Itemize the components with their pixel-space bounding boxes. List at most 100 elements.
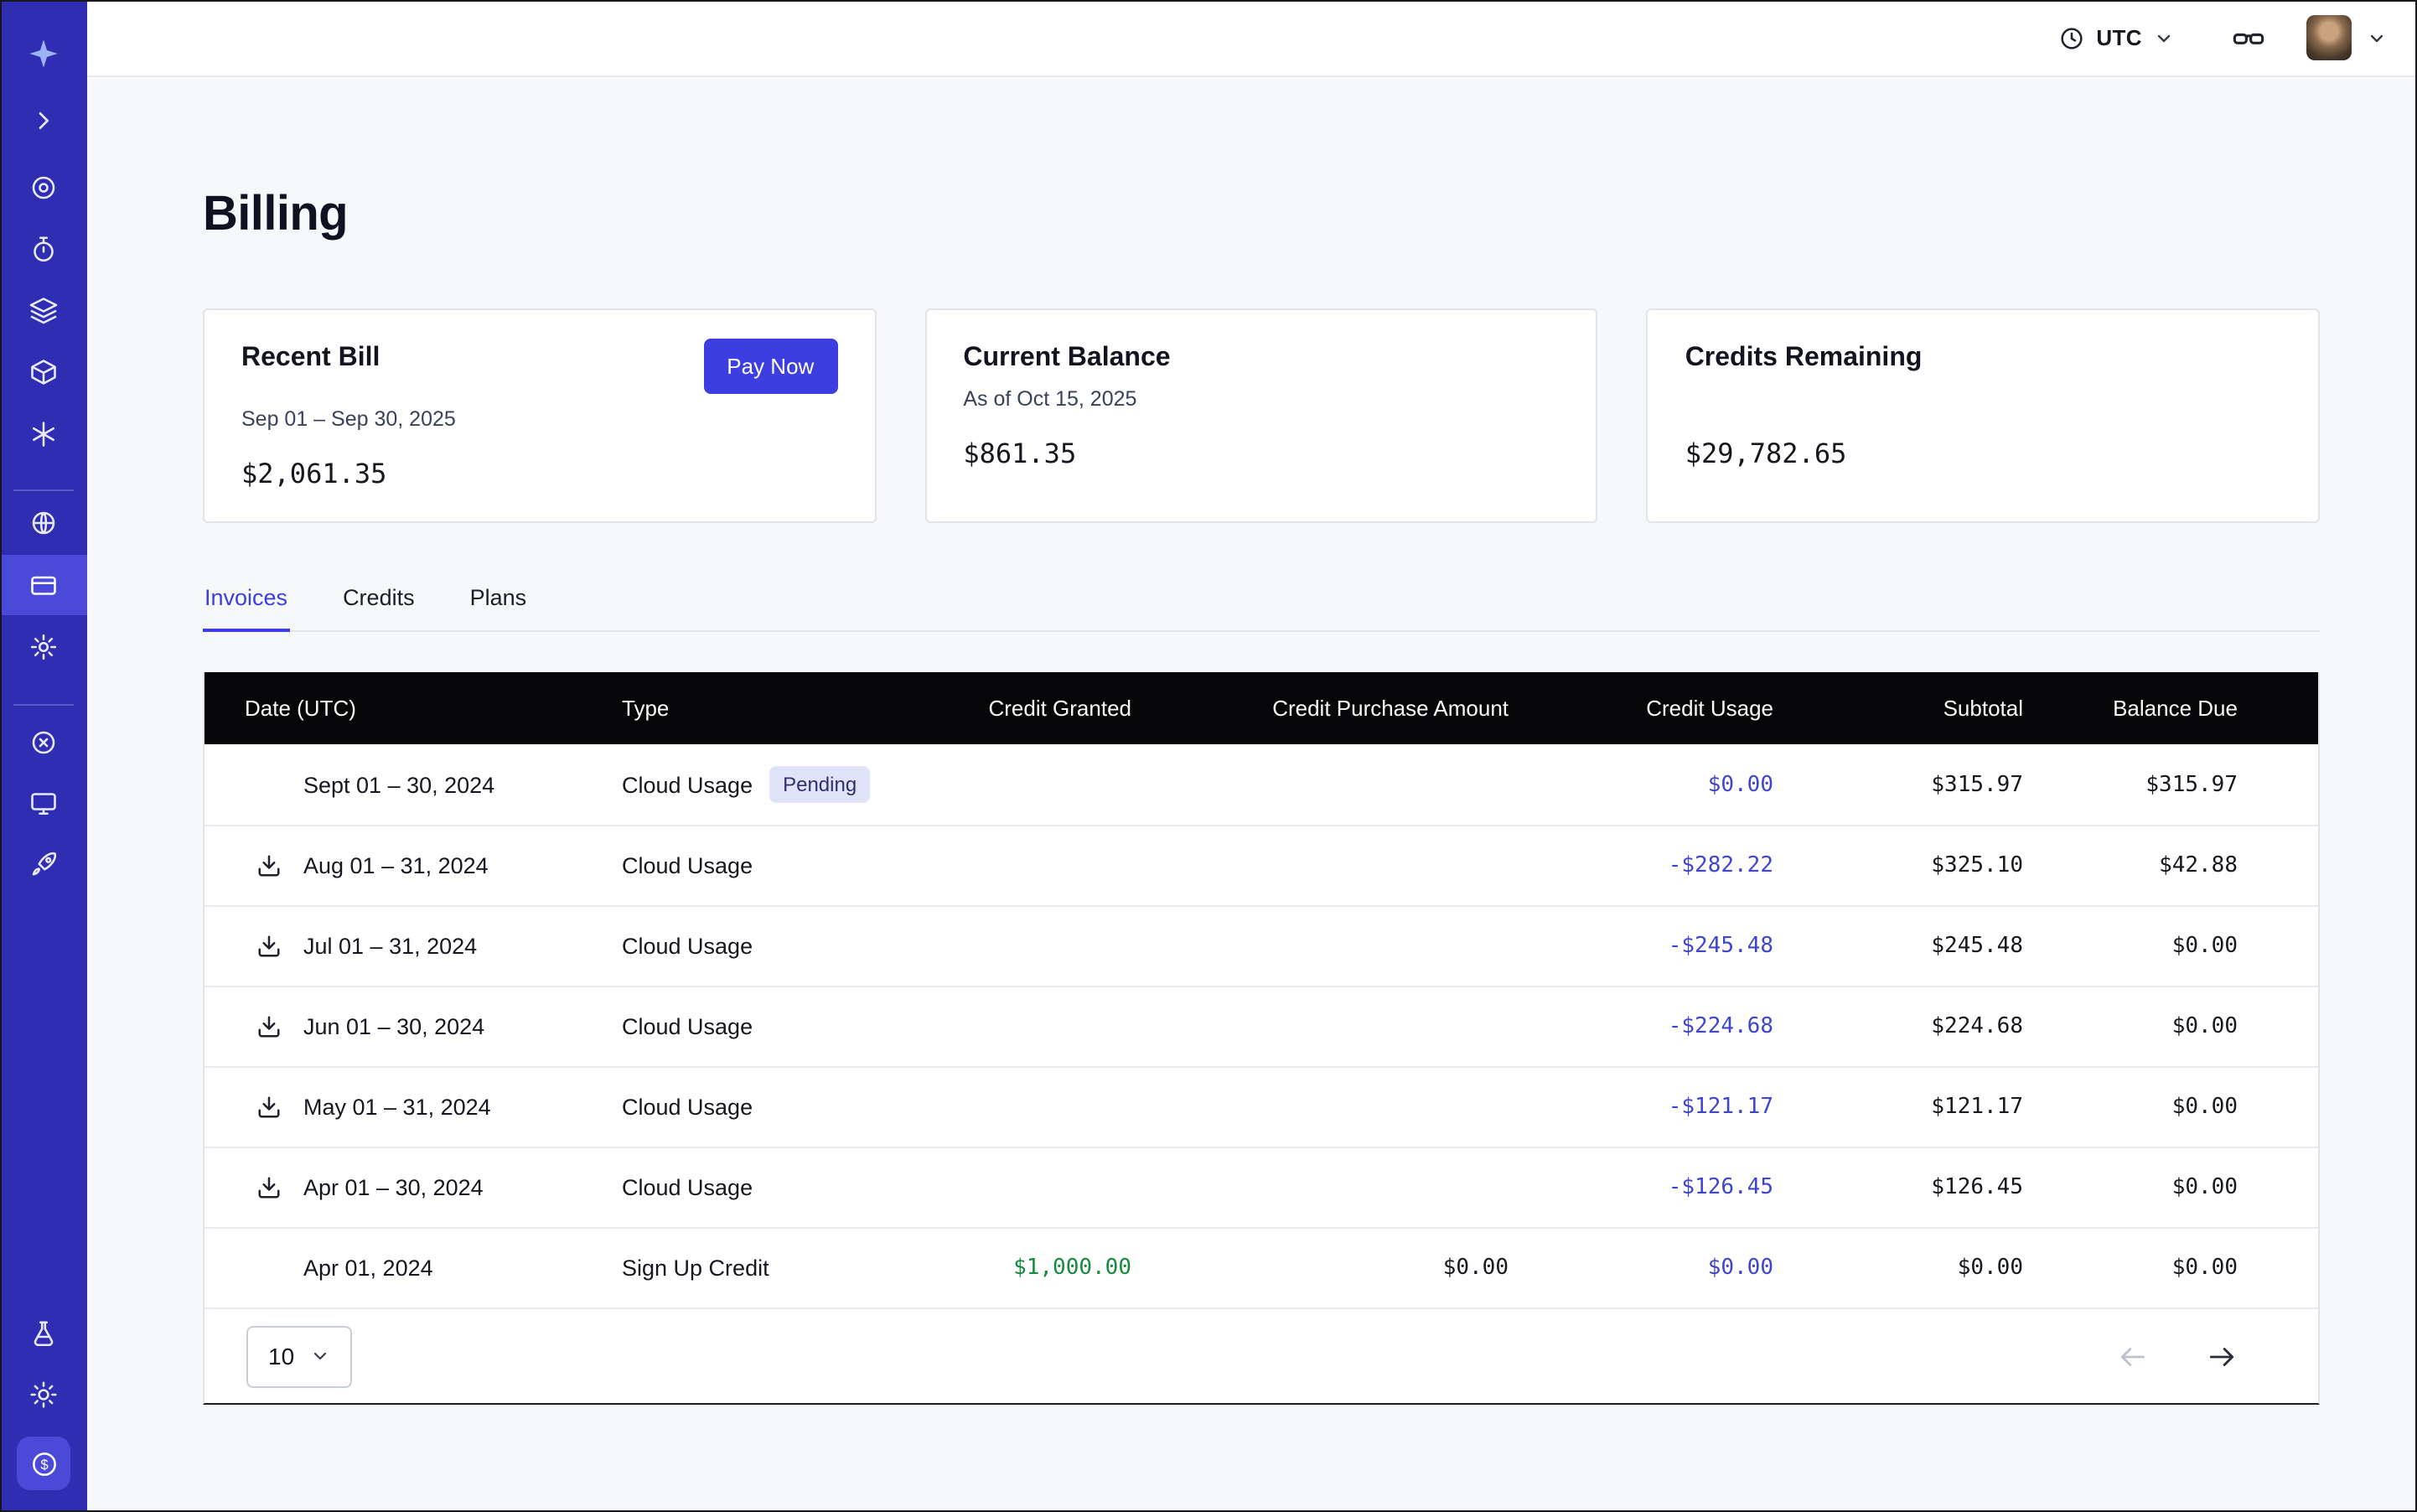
sidebar-item-cube[interactable]: [0, 342, 87, 402]
card-amount: $861.35: [963, 438, 1559, 469]
sidebar-item-globe[interactable]: [0, 493, 87, 553]
balance-due-cell: $42.88: [2023, 853, 2318, 878]
logo-icon: [27, 37, 60, 70]
sidebar-item-billing-shortcut[interactable]: $: [17, 1437, 70, 1490]
download-invoice-button[interactable]: [256, 933, 282, 960]
chevron-right-icon: [30, 107, 57, 134]
sidebar-item-launch[interactable]: [0, 835, 87, 895]
download-invoice-button[interactable]: [256, 1094, 282, 1121]
sidebar: $: [0, 0, 87, 1512]
table-row: Sept 01 – 30, 2024Cloud UsagePending$0.0…: [204, 744, 2318, 825]
credit-usage-cell: -$245.48: [1509, 934, 1773, 959]
sidebar-item-billing[interactable]: [0, 555, 87, 615]
card-amount: $2,061.35: [241, 458, 837, 489]
timezone-label: UTC: [2096, 25, 2142, 50]
screen-icon: [28, 788, 59, 818]
credits-remaining-card: Credits Remaining $29,782.65: [1647, 308, 2320, 523]
invoice-type-cell: Sign Up Credit: [622, 1256, 900, 1281]
balance-due-cell: $0.00: [2023, 1256, 2318, 1281]
glasses-button[interactable]: [2231, 20, 2266, 55]
sidebar-divider: [13, 704, 74, 706]
tab-plans[interactable]: Plans: [468, 572, 529, 630]
timezone-selector[interactable]: UTC: [2057, 24, 2174, 51]
page-size-select[interactable]: 10: [246, 1325, 351, 1387]
subtotal-cell: $245.48: [1773, 934, 2023, 959]
chevron-down-icon: [2367, 28, 2387, 48]
target-icon: [28, 173, 59, 203]
invoice-date-cell: Aug 01 – 31, 2024: [204, 852, 622, 879]
svg-text:$: $: [39, 1456, 47, 1472]
download-invoice-button[interactable]: [256, 1013, 282, 1040]
sidebar-logo[interactable]: [0, 23, 87, 84]
subtotal-cell: $0.00: [1773, 1256, 2023, 1281]
balance-due-cell: $0.00: [2023, 1014, 2318, 1039]
card-title: Credits Remaining: [1685, 344, 1923, 374]
table-row: Jul 01 – 31, 2024Cloud Usage -$245.48$245…: [204, 905, 2318, 986]
download-invoice-button[interactable]: [256, 852, 282, 879]
balance-due-cell: $315.97: [2023, 772, 2318, 797]
account-menu-button[interactable]: [2367, 28, 2387, 48]
subtotal-cell: $121.17: [1773, 1095, 2023, 1120]
page-size-value: 10: [268, 1343, 294, 1370]
x-circle-icon: [28, 728, 59, 758]
credit-usage-cell: -$282.22: [1509, 853, 1773, 878]
pay-now-button[interactable]: Pay Now: [703, 339, 837, 394]
timer-icon: [28, 235, 59, 265]
download-placeholder: [256, 771, 282, 798]
previous-page-button[interactable]: [2117, 1340, 2149, 1372]
invoice-type: Cloud Usage: [622, 1014, 753, 1039]
pagination-bar: 10: [204, 1307, 2318, 1403]
table-row: May 01 – 31, 2024Cloud Usage-$121.17$121…: [204, 1066, 2318, 1147]
sidebar-item-cancel[interactable]: [0, 712, 87, 773]
sidebar-item-layers[interactable]: [0, 280, 87, 340]
glasses-icon: [2231, 20, 2266, 55]
sidebar-item-asterisk[interactable]: [0, 404, 87, 464]
invoice-table: Date (UTC)TypeCredit GrantedCredit Purch…: [203, 672, 2320, 1405]
current-balance-card: Current Balance As of Oct 15, 2025 $861.…: [924, 308, 1597, 523]
sidebar-item-timer[interactable]: [0, 220, 87, 280]
dollar-coin-icon: $: [28, 1447, 60, 1479]
card-amount: $29,782.65: [1685, 438, 2281, 469]
download-invoice-button[interactable]: [256, 1174, 282, 1201]
layers-icon: [28, 295, 59, 325]
clock-icon: [2057, 24, 2084, 51]
invoice-type: Cloud Usage: [622, 853, 753, 878]
invoice-date-cell: Sept 01 – 30, 2024: [204, 771, 622, 798]
invoice-date: Apr 01, 2024: [303, 1256, 433, 1281]
chevron-down-icon: [309, 1346, 329, 1366]
invoice-date: Jun 01 – 30, 2024: [303, 1014, 484, 1039]
next-page-button[interactable]: [2206, 1340, 2238, 1372]
sidebar-item-settings[interactable]: [0, 617, 87, 677]
credit-usage-cell: -$224.68: [1509, 1014, 1773, 1039]
invoice-date-cell: Apr 01, 2024: [204, 1255, 622, 1282]
arrow-left-icon: [2117, 1340, 2149, 1372]
invoice-table-body: Sept 01 – 30, 2024 Cloud Usage Pending $0.0…: [204, 744, 2318, 1307]
sidebar-item-console[interactable]: [0, 773, 87, 833]
credit-usage-cell: -$121.17: [1509, 1095, 1773, 1120]
invoice-type-cell: Cloud Usage: [622, 1014, 900, 1039]
table-row: Apr 01 – 30, 2024Cloud Usage-$126.45$126…: [204, 1147, 2318, 1227]
status-badge: Pending: [769, 766, 870, 803]
column-header-credit-usage: Credit Usage: [1509, 696, 1773, 721]
topbar: UTC: [87, 0, 2417, 77]
tab-invoices[interactable]: Invoices: [203, 572, 289, 630]
tab-credits[interactable]: Credits: [341, 572, 417, 630]
sidebar-expand-button[interactable]: [0, 91, 87, 151]
column-header-balance-due: Balance Due: [2023, 696, 2318, 721]
avatar[interactable]: [2306, 15, 2352, 60]
table-row: Apr 01, 2024Sign Up Credit$1,000.00$0.00…: [204, 1227, 2318, 1307]
sidebar-item-theme[interactable]: [0, 1364, 87, 1425]
sidebar-item-target[interactable]: [0, 158, 87, 218]
column-header-date-utc: Date (UTC): [204, 696, 622, 721]
recent-bill-card: Recent Bill Pay Now Sep 01 – Sep 30, 202…: [203, 308, 876, 523]
download-placeholder: [256, 1255, 282, 1282]
sidebar-item-labs[interactable]: [0, 1304, 87, 1364]
subtotal-cell: $224.68: [1773, 1014, 2023, 1039]
invoice-date-cell: May 01 – 31, 2024: [204, 1094, 622, 1121]
column-header-type: Type: [622, 696, 900, 721]
invoice-date-cell: Jul 01 – 31, 2024: [204, 933, 622, 960]
invoice-date: Sept 01 – 30, 2024: [303, 772, 494, 797]
invoice-type: Cloud Usage: [622, 934, 753, 959]
credit-purchase-cell: $0.00: [1131, 1256, 1509, 1281]
sidebar-divider: [13, 489, 74, 491]
